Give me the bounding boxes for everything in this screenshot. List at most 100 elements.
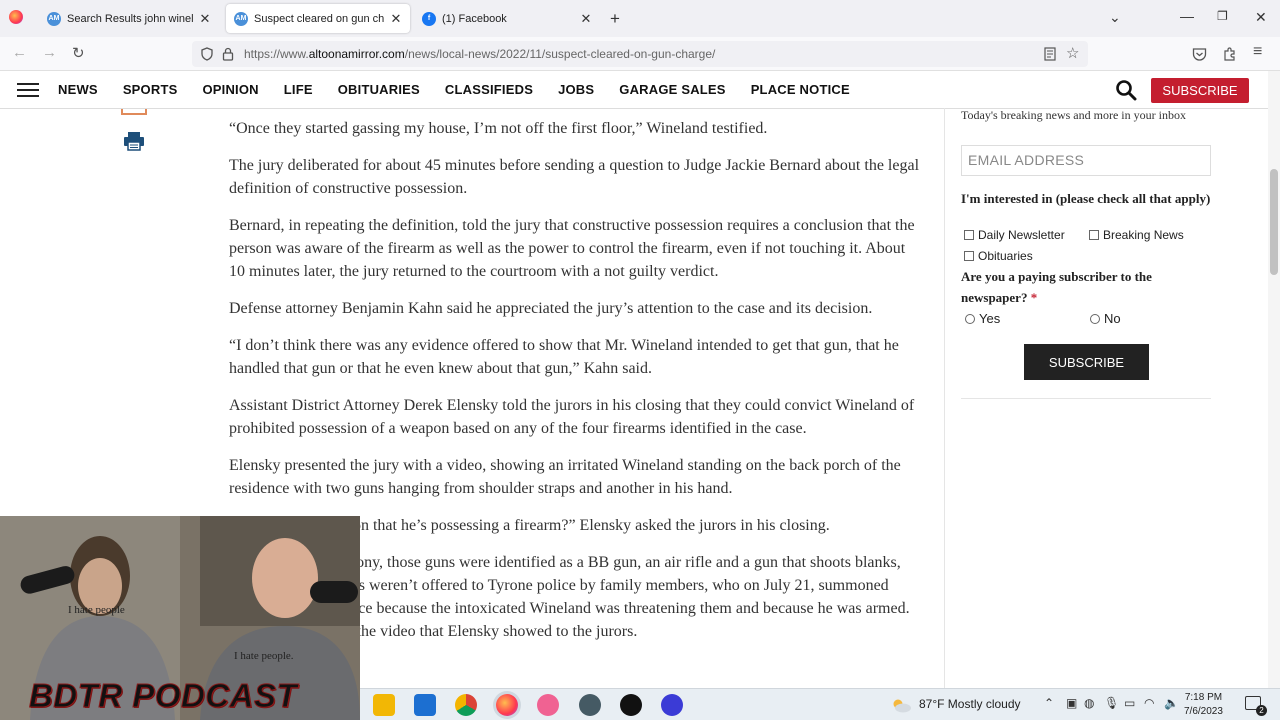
site-header: NEWS SPORTS OPINION LIFE OBITUARIES CLAS… [0, 71, 1268, 109]
cloud-weather-icon[interactable] [890, 698, 912, 713]
extensions-puzzle-icon[interactable] [1223, 46, 1238, 61]
windows-taskbar: 87°F Mostly cloudy ⌃ ▣ ◍ 🎙 ▭ ◠ 🔈 7:18 PM… [360, 688, 1280, 720]
battery-icon[interactable]: ▭ [1124, 696, 1135, 710]
shield-icon[interactable] [200, 47, 214, 61]
article-paragraph: The jury deliberated for about 45 minute… [229, 157, 920, 197]
facebook-favicon-icon: f [422, 11, 436, 26]
browser-window: { "tabs": [ {"title": "Search Results jo… [0, 0, 1280, 720]
url-prefix: https://www. [244, 47, 309, 61]
clock-date: 7/6/2023 [1184, 706, 1223, 717]
checkbox-box[interactable] [964, 230, 974, 240]
scrollbar-thumb[interactable] [1270, 169, 1278, 275]
restore-icon[interactable]: ❐ [1217, 9, 1228, 23]
bookmark-star-icon[interactable]: ☆ [1066, 44, 1079, 62]
required-asterisk: * [1030, 290, 1038, 305]
article-paragraph: “I don’t think there was any evidence of… [229, 337, 899, 377]
app-icon[interactable] [579, 694, 601, 716]
list-tabs-chevron-icon[interactable]: ⌄ [1109, 9, 1121, 26]
app-menu-icon[interactable]: ≡ [1253, 43, 1262, 61]
reader-view-icon[interactable] [1044, 47, 1056, 61]
newsletter-intro: Today's breaking news and more in your i… [961, 108, 1186, 122]
checkbox-box[interactable] [964, 251, 974, 261]
back-arrow-icon[interactable]: ← [12, 44, 27, 61]
forward-arrow-icon[interactable]: → [42, 44, 57, 61]
radio-circle[interactable] [1090, 313, 1100, 324]
search-icon[interactable] [1115, 79, 1137, 101]
navigation-toolbar: ← → ↻ https://www.altoonamirror.com/news… [0, 37, 1280, 71]
newsletter-signup: Today's breaking news and more in your i… [944, 108, 1268, 688]
tray-app-icon[interactable]: ▣ [1066, 696, 1077, 710]
newsletter-subscribe-button[interactable]: SUBSCRIBE [1024, 344, 1149, 380]
radio-circle[interactable] [965, 313, 975, 324]
system-clock[interactable]: 7:18 PM 7/6/2023 [1184, 691, 1223, 719]
hamburger-menu-icon[interactable] [17, 83, 39, 98]
radio-label: No [1104, 311, 1121, 326]
nav-place-notice[interactable]: PLACE NOTICE [751, 82, 850, 97]
notification-count-badge: 2 [1256, 705, 1267, 716]
window-close-icon[interactable]: ✕ [1255, 9, 1267, 26]
nav-garage-sales[interactable]: GARAGE SALES [619, 82, 725, 97]
subscriber-question: Are you a paying subscriber to the newsp… [961, 266, 1211, 308]
clock-time: 7:18 PM [1184, 692, 1223, 703]
reload-icon[interactable]: ↻ [72, 44, 85, 62]
breaking-news-checkbox[interactable]: Breaking News [1089, 228, 1184, 242]
tab-title: Search Results john wineland | Al [67, 12, 193, 25]
microphone-icon[interactable]: 🎙 [1104, 696, 1119, 710]
nav-life[interactable]: LIFE [284, 82, 313, 97]
article-paragraph: Defense attorney Benjamin Kahn said he a… [229, 300, 873, 317]
address-bar[interactable]: https://www.altoonamirror.com/news/local… [192, 41, 1088, 67]
interest-question: I'm interested in (please check all that… [961, 191, 1211, 206]
nav-opinion[interactable]: OPINION [202, 82, 258, 97]
close-tab-icon[interactable]: ✕ [390, 11, 402, 27]
snipping-tool-icon[interactable] [537, 694, 559, 716]
lock-icon[interactable] [222, 47, 234, 61]
tab-strip: AM Search Results john wineland | Al ✕ A… [0, 0, 1280, 37]
header-subscribe-button[interactable]: SUBSCRIBE [1151, 78, 1249, 103]
close-tab-icon[interactable]: ✕ [199, 11, 211, 27]
close-tab-icon[interactable]: ✕ [580, 11, 592, 27]
altoona-favicon-icon: AM [47, 11, 61, 26]
nav-classifieds[interactable]: CLASSIFIEDS [445, 82, 533, 97]
url-path: /news/local-news/2022/11/suspect-cleared… [404, 47, 716, 61]
nav-sports[interactable]: SPORTS [123, 82, 178, 97]
shirt-text: I hate people [68, 604, 125, 616]
wifi-icon[interactable]: ◠ [1144, 696, 1154, 710]
checkbox-box[interactable] [1089, 230, 1099, 240]
yes-radio[interactable]: Yes [965, 311, 1000, 326]
tray-app-icon[interactable]: ◍ [1084, 696, 1094, 710]
email-share-icon[interactable] [121, 109, 147, 115]
file-explorer-icon[interactable] [373, 694, 395, 716]
pocket-icon[interactable] [1192, 47, 1207, 61]
article-paragraph: Bernard, in repeating the definition, to… [229, 217, 915, 280]
firefox-menu-icon[interactable] [9, 10, 23, 24]
minimize-icon[interactable]: — [1180, 8, 1194, 24]
microsoft-store-icon[interactable] [414, 694, 436, 716]
shirt-text: I hate people. [234, 650, 294, 662]
nav-jobs[interactable]: JOBS [558, 82, 594, 97]
url-domain: altoonamirror.com [308, 47, 405, 61]
audio-app-icon[interactable] [661, 694, 683, 716]
nav-obituaries[interactable]: OBITUARIES [338, 82, 420, 97]
volume-icon[interactable]: 🔈 [1164, 696, 1179, 710]
email-input[interactable]: EMAIL ADDRESS [961, 145, 1211, 176]
firefox-icon[interactable] [496, 694, 518, 716]
nav-news[interactable]: NEWS [58, 82, 98, 97]
checkbox-label: Obituaries [978, 249, 1033, 263]
chrome-icon[interactable] [455, 694, 477, 716]
tab-facebook[interactable]: f (1) Facebook ✕ [414, 4, 600, 33]
no-radio[interactable]: No [1090, 311, 1121, 326]
new-tab-icon[interactable]: + [610, 9, 620, 29]
weather-text[interactable]: 87°F Mostly cloudy [919, 697, 1021, 711]
tab-search-results[interactable]: AM Search Results john wineland | Al ✕ [39, 4, 219, 33]
page-scrollbar[interactable] [1268, 71, 1280, 688]
tab-suspect-cleared[interactable]: AM Suspect cleared on gun charge ✕ [226, 4, 410, 33]
tab-title: (1) Facebook [442, 12, 507, 25]
daily-newsletter-checkbox[interactable]: Daily Newsletter [964, 228, 1065, 242]
article-paragraph: “Once they started gassing my house, I’m… [229, 120, 768, 137]
chevron-up-icon[interactable]: ⌃ [1044, 696, 1054, 710]
obituaries-checkbox[interactable]: Obituaries [964, 249, 1033, 263]
tab-title: Suspect cleared on gun charge [254, 12, 384, 25]
print-icon[interactable] [123, 131, 145, 151]
obs-icon[interactable] [620, 694, 642, 716]
altoona-favicon-icon: AM [234, 11, 248, 26]
